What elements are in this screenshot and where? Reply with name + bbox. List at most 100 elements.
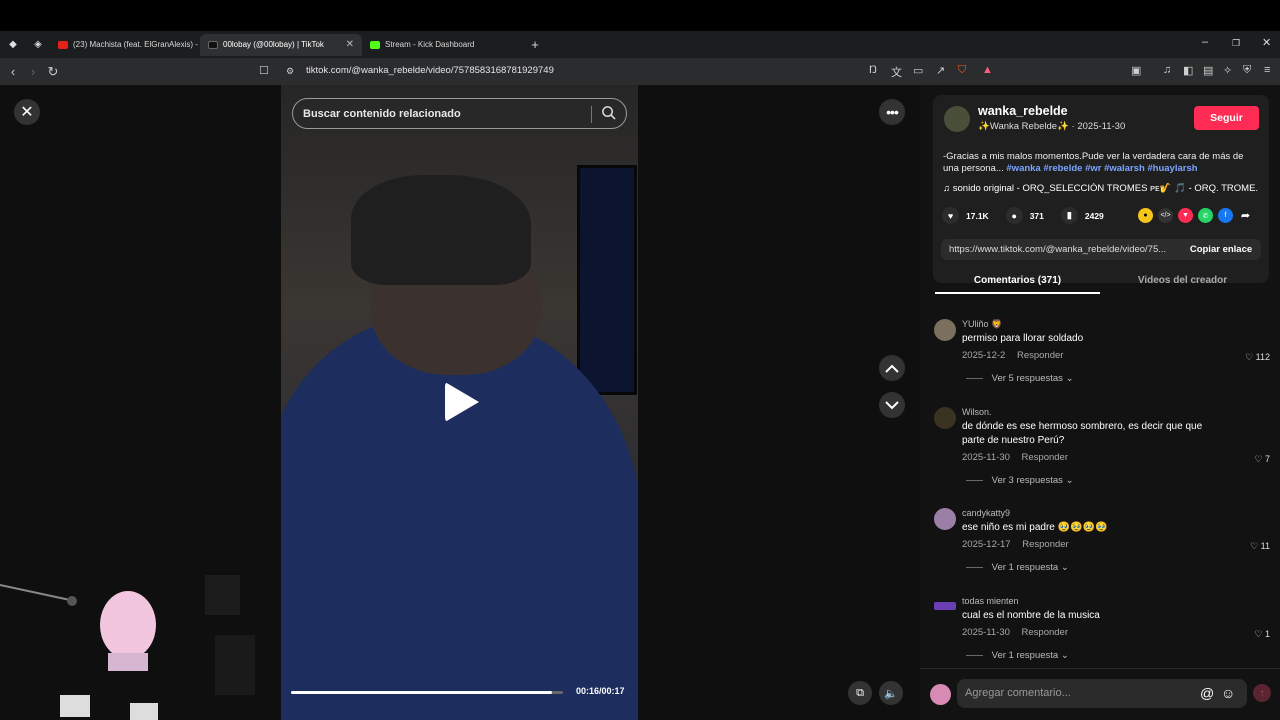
like-icon[interactable]: ♥ [942, 207, 959, 224]
chevron-down-icon: ⌄ [1060, 562, 1069, 573]
commenter-name[interactable]: todas mienten [962, 596, 1019, 606]
copy-link-button[interactable]: Copiar enlace [1181, 239, 1261, 260]
embed-icon[interactable]: </> [1158, 208, 1173, 223]
commenter-avatar[interactable] [934, 508, 956, 530]
save-icon[interactable]: ▮ [1060, 207, 1078, 224]
comment-date: 2025-11-30 [962, 452, 1010, 463]
bookmark-icon[interactable]: ☐ [259, 64, 269, 77]
maximize-icon[interactable]: ❐ [1232, 38, 1240, 49]
brave-menu-icon[interactable]: ◆ [1, 33, 25, 57]
comment-like[interactable]: ♡ 7 [1254, 454, 1270, 465]
share-page-icon[interactable]: ↗ [936, 64, 945, 77]
forward-icon[interactable]: › [23, 64, 43, 79]
replies-label: Ver 3 respuestas [991, 475, 1063, 486]
floating-player-button[interactable]: ⧉ [848, 681, 872, 705]
tab-creator-videos[interactable]: Videos del creador [1100, 270, 1265, 294]
reply-button[interactable]: Responder [1022, 452, 1068, 463]
browser-tab-kick[interactable]: Stream - Kick Dashboard [362, 34, 522, 56]
emoji-icon[interactable]: ☺ [1221, 685, 1235, 701]
view-replies-button[interactable]: Ver 1 respuesta ⌄ [966, 562, 1069, 573]
heart-icon: ♡ [1254, 629, 1265, 639]
comment-icon[interactable]: ● [1005, 207, 1023, 224]
comment-text: permiso para llorar soldado [962, 333, 1084, 344]
url-field[interactable]: tiktok.com/@wanka_rebelde/video/75785831… [306, 65, 554, 76]
send-to-friends-icon[interactable]: ▼ [1178, 208, 1193, 223]
site-info-icon[interactable]: ⚙ [286, 66, 294, 77]
follow-button[interactable]: Seguir [1194, 106, 1259, 130]
reader-icon[interactable]: ▣ [1131, 64, 1141, 77]
gift-icon[interactable]: ● [1138, 208, 1153, 223]
volume-button[interactable]: 🔈 [879, 681, 903, 705]
play-icon[interactable] [445, 382, 479, 422]
commenter-avatar[interactable] [934, 319, 956, 341]
chevron-down-icon [885, 400, 899, 409]
close-video-button[interactable]: ✕ [14, 99, 40, 125]
video-person-hat [351, 175, 531, 285]
wallet-toolbar-icon[interactable]: ▤ [1203, 64, 1213, 77]
more-options-button[interactable]: ••• [879, 99, 905, 125]
hashtags[interactable]: #wanka #rebelde #wr #walarsh #huaylarsh [1006, 163, 1197, 174]
heart-icon: ♡ [1254, 454, 1265, 464]
menu-icon[interactable]: ≡ [1264, 64, 1270, 76]
previous-video-button[interactable] [879, 355, 905, 381]
video-progress-bar[interactable] [291, 691, 563, 694]
search-icon[interactable] [601, 105, 616, 120]
wallet-icon[interactable]: ◈ [26, 33, 50, 57]
comment-like[interactable]: ♡ 11 [1250, 541, 1270, 552]
reply-button[interactable]: Responder [1022, 627, 1068, 638]
comment-meta: 2025-12-17 Responder [962, 539, 1069, 550]
comment-meta: 2025-12-2 Responder [962, 350, 1063, 361]
reply-button[interactable]: Responder [1017, 350, 1063, 361]
send-comment-button[interactable]: ↑ [1253, 684, 1271, 702]
cast-icon[interactable]: ▭ [913, 64, 923, 77]
author-avatar[interactable] [944, 106, 970, 132]
leo-ai-icon[interactable]: ✧ [1223, 64, 1232, 77]
facebook-icon[interactable]: f [1218, 208, 1233, 223]
save-count: 2429 [1084, 210, 1104, 221]
comment-text: ese niño es mi padre 🥹🥹🥹🥹 [962, 522, 1108, 533]
sound-link[interactable]: ♫ sonido original - ORQ_SELECCIÓN TROMES… [943, 183, 1259, 194]
reply-button[interactable]: Responder [1022, 539, 1068, 550]
heart-icon: ♡ [1245, 352, 1256, 362]
view-replies-button[interactable]: Ver 5 respuestas ⌄ [966, 373, 1074, 384]
comment-meta: 2025-11-30 Responder [962, 452, 1068, 463]
brave-rewards-icon[interactable]: ▲ [982, 64, 993, 76]
media-icon[interactable]: ♫ [1163, 64, 1171, 76]
share-arrow-icon[interactable]: ➦ [1238, 208, 1253, 223]
commenter-avatar[interactable] [934, 602, 956, 610]
translate-off-icon[interactable]: Ŋ [869, 64, 877, 76]
back-icon[interactable]: ‹ [3, 64, 23, 79]
mention-icon[interactable]: @ [1200, 685, 1214, 701]
commenter-avatar[interactable] [934, 407, 956, 429]
details-panel: wanka_rebelde ✨Wanka Rebelde✨ · 2025-11-… [920, 85, 1280, 720]
commenter-name[interactable]: candykatty9 [962, 508, 1010, 518]
vpn-icon[interactable]: ⛨ [1243, 64, 1251, 77]
commenter-name[interactable]: Wilson. [962, 407, 992, 417]
comment-date: 2025-11-30 [962, 627, 1010, 638]
close-window-icon[interactable]: ✕ [1262, 36, 1271, 49]
brave-shields-icon[interactable]: ⛉ [958, 64, 966, 77]
kick-favicon-icon [370, 40, 380, 49]
tab-comments[interactable]: Comentarios (371) [935, 270, 1100, 294]
sidebar-icon[interactable]: ◧ [1183, 64, 1193, 77]
new-tab-icon[interactable]: + [523, 33, 547, 57]
tab-title: Stream - Kick Dashboard [385, 40, 475, 49]
author-username[interactable]: wanka_rebelde [978, 104, 1068, 118]
browser-tab-tiktok[interactable]: 00lobay (@00lobay) | TikTok ✕ [200, 33, 362, 56]
view-replies-button[interactable]: Ver 3 respuestas ⌄ [966, 475, 1074, 486]
reload-icon[interactable]: ↻ [43, 64, 63, 80]
related-search-input[interactable]: Buscar contenido relacionado [292, 98, 627, 129]
next-video-button[interactable] [879, 392, 905, 418]
translate-icon[interactable]: 文 [891, 64, 902, 80]
whatsapp-icon[interactable]: ✆ [1198, 208, 1213, 223]
minimize-icon[interactable]: – [1202, 36, 1208, 48]
comment-like[interactable]: ♡ 1 [1254, 629, 1270, 640]
close-tab-icon[interactable]: ✕ [340, 39, 354, 50]
commenter-name[interactable]: YUliño 🦁 [962, 319, 1002, 330]
comment-text: de dónde es ese hermoso sombrero, es dec… [962, 421, 1203, 446]
browser-tab-youtube[interactable]: (23) Machista (feat. ElGranAlexis) - Y [50, 34, 200, 56]
post-link: https://www.tiktok.com/@wanka_rebelde/vi… [949, 244, 1167, 255]
chevron-down-icon: ⌄ [1065, 475, 1074, 486]
view-replies-button[interactable]: Ver 1 respuesta ⌄ [966, 650, 1069, 661]
comment-like[interactable]: ♡ 112 [1245, 352, 1270, 363]
